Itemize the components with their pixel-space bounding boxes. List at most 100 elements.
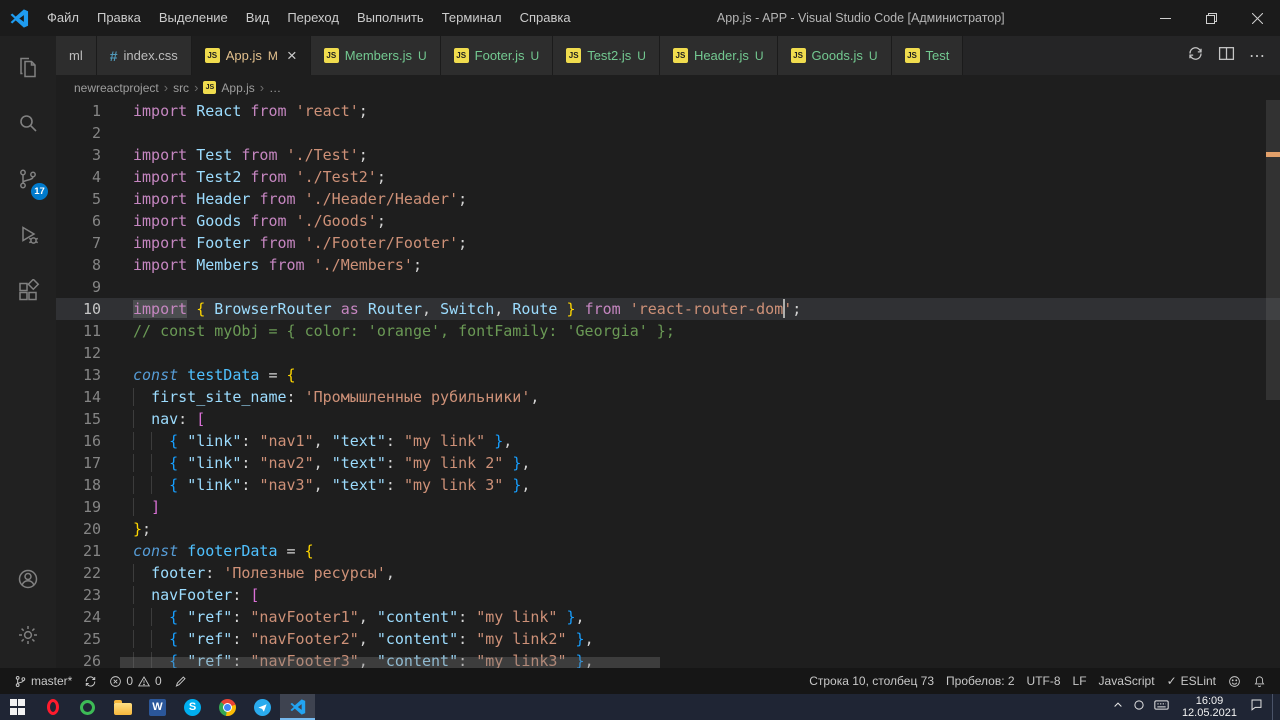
breadcrumb-item-1[interactable]: newreactproject	[74, 81, 159, 95]
js-file-icon: JS	[203, 81, 217, 94]
language-indicator[interactable]: JavaScript	[1093, 668, 1161, 694]
code-line-3[interactable]: 3 import Test from './Test';	[56, 144, 1280, 166]
sync-button[interactable]	[78, 668, 103, 694]
taskbar-opera-icon[interactable]	[35, 694, 70, 720]
taskbar-vscode-icon[interactable]	[280, 694, 315, 720]
cursor-position-indicator[interactable]: Строка 10, столбец 73	[803, 668, 940, 694]
open-changes-icon[interactable]	[1187, 45, 1204, 67]
menu-item-1[interactable]: Файл	[38, 0, 88, 36]
code-line-19[interactable]: 19 ]	[56, 496, 1280, 518]
taskbar-green-app-icon[interactable]	[70, 694, 105, 720]
show-desktop-button[interactable]	[1272, 694, 1276, 720]
tab-test[interactable]: JS Test	[891, 36, 964, 75]
code-line-11[interactable]: 11 // const myObj = { color: 'orange', fo…	[56, 320, 1280, 342]
code-line-12[interactable]: 12	[56, 342, 1280, 364]
run-debug-icon[interactable]	[4, 212, 52, 258]
breadcrumb-item-4[interactable]: …	[269, 81, 281, 95]
code-line-18[interactable]: 18 { "link": "nav3", "text": "my link 3"…	[56, 474, 1280, 496]
feedback-icon[interactable]	[1222, 668, 1247, 694]
eslint-status[interactable]: ✓ ESLint	[1161, 668, 1222, 694]
code-line-14[interactable]: 14 first_site_name: 'Промышленные рубиль…	[56, 386, 1280, 408]
code-text: import { BrowserRouter as Router, Switch…	[133, 299, 802, 318]
tab-footer-js[interactable]: JS Footer.js U	[440, 36, 554, 75]
menu-item-7[interactable]: Терминал	[433, 0, 511, 36]
workbench-main: 17 ml # index.css JS App.js M × JS Membe…	[0, 36, 1280, 668]
js-file-icon: JS	[323, 48, 339, 63]
restore-button[interactable]	[1188, 0, 1234, 36]
menu-item-6[interactable]: Выполнить	[348, 0, 433, 36]
code-line-22[interactable]: 22 footer: 'Полезные ресурсы',	[56, 562, 1280, 584]
settings-gear-icon[interactable]	[4, 612, 52, 658]
code-line-20[interactable]: 20};	[56, 518, 1280, 540]
menu-item-3[interactable]: Выделение	[150, 0, 237, 36]
tab-goods-js[interactable]: JS Goods.js U	[777, 36, 892, 75]
code-line-16[interactable]: 16 { "link": "nav1", "text": "my link" }…	[56, 430, 1280, 452]
activity-bar-bottom	[4, 556, 52, 668]
tab-members-js[interactable]: JS Members.js U	[310, 36, 441, 75]
code-editor[interactable]: 1 import React from 'react'; 2 3 import Test…	[56, 100, 1280, 668]
vertical-scrollbar[interactable]	[1266, 100, 1280, 400]
start-button[interactable]	[0, 694, 35, 720]
code-line-17[interactable]: 17 { "link": "nav2", "text": "my link 2"…	[56, 452, 1280, 474]
minimize-button[interactable]	[1142, 0, 1188, 36]
code-line-4[interactable]: 4 import Test2 from './Test2';	[56, 166, 1280, 188]
code-line-7[interactable]: 7 import Footer from './Footer/Footer';	[56, 232, 1280, 254]
source-control-icon[interactable]: 17	[4, 156, 52, 202]
tab-app-js[interactable]: JS App.js M ×	[191, 36, 311, 75]
tab-test2-js[interactable]: JS Test2.js U	[553, 36, 660, 75]
code-line-10[interactable]: 10 import { BrowserRouter as Router, Swit…	[56, 298, 1280, 320]
line-number: 2	[91, 124, 101, 142]
horizontal-scrollbar[interactable]	[120, 657, 660, 668]
pen-icon[interactable]	[168, 668, 193, 694]
code-line-13[interactable]: 13 const testData = {	[56, 364, 1280, 386]
menu-item-2[interactable]: Правка	[88, 0, 150, 36]
taskbar-word-icon[interactable]: W	[140, 694, 175, 720]
code-line-23[interactable]: 23 navFooter: [	[56, 584, 1280, 606]
account-icon[interactable]	[4, 556, 52, 602]
chevron-right-icon: ›	[259, 80, 265, 95]
code-line-2[interactable]: 2	[56, 122, 1280, 144]
code-line-5[interactable]: 5 import Header from './Header/Header';	[56, 188, 1280, 210]
tab-label: Members.js	[344, 48, 412, 63]
taskbar-clock[interactable]: 16:09 12.05.2021	[1178, 695, 1241, 719]
code-line-24[interactable]: 24 { "ref": "navFooter1", "content": "my…	[56, 606, 1280, 628]
check-icon: ✓	[1166, 674, 1177, 688]
taskbar-telegram-icon[interactable]	[245, 694, 280, 720]
taskbar-skype-icon[interactable]: S	[175, 694, 210, 720]
code-line-6[interactable]: 6 import Goods from './Goods';	[56, 210, 1280, 232]
menu-item-4[interactable]: Вид	[237, 0, 279, 36]
tab-header-js[interactable]: JS Header.js U	[659, 36, 778, 75]
code-line-8[interactable]: 8 import Members from './Members';	[56, 254, 1280, 276]
eol-indicator[interactable]: LF	[1067, 668, 1093, 694]
git-branch-indicator[interactable]: master*	[8, 668, 78, 694]
code-line-15[interactable]: 15 nav: [	[56, 408, 1280, 430]
tab-index-css[interactable]: # index.css	[96, 36, 192, 75]
search-icon[interactable]	[4, 100, 52, 146]
breadcrumb-item-3[interactable]: JS App.js	[203, 81, 255, 95]
taskbar-chrome-icon[interactable]	[210, 694, 245, 720]
code-line-25[interactable]: 25 { "ref": "navFooter2", "content": "my…	[56, 628, 1280, 650]
tray-keyboard-icon[interactable]	[1154, 698, 1169, 716]
code-line-1[interactable]: 1 import React from 'react';	[56, 100, 1280, 122]
menu-item-8[interactable]: Справка	[511, 0, 580, 36]
menu-item-5[interactable]: Переход	[278, 0, 348, 36]
close-button[interactable]	[1234, 0, 1280, 36]
breadcrumb-item-2[interactable]: src	[173, 81, 189, 95]
tray-status-icon[interactable]	[1133, 698, 1145, 716]
more-actions-icon[interactable]: ⋯	[1249, 46, 1266, 66]
indentation-indicator[interactable]: Пробелов: 2	[940, 668, 1021, 694]
code-line-21[interactable]: 21 const footerData = {	[56, 540, 1280, 562]
tab-ml[interactable]: ml	[56, 36, 97, 75]
branch-name: master*	[31, 674, 73, 688]
extensions-icon[interactable]	[4, 268, 52, 314]
tray-expand-icon[interactable]	[1112, 698, 1124, 716]
problems-indicator[interactable]: 0 0	[103, 668, 167, 694]
taskbar-explorer-icon[interactable]	[105, 694, 140, 720]
tab-close-icon[interactable]: ×	[287, 47, 297, 64]
action-center-icon[interactable]	[1250, 698, 1263, 716]
code-line-9[interactable]: 9	[56, 276, 1280, 298]
notifications-bell-icon[interactable]	[1247, 668, 1272, 694]
split-editor-icon[interactable]	[1218, 45, 1235, 67]
explorer-icon[interactable]	[4, 44, 52, 90]
encoding-indicator[interactable]: UTF-8	[1021, 668, 1067, 694]
